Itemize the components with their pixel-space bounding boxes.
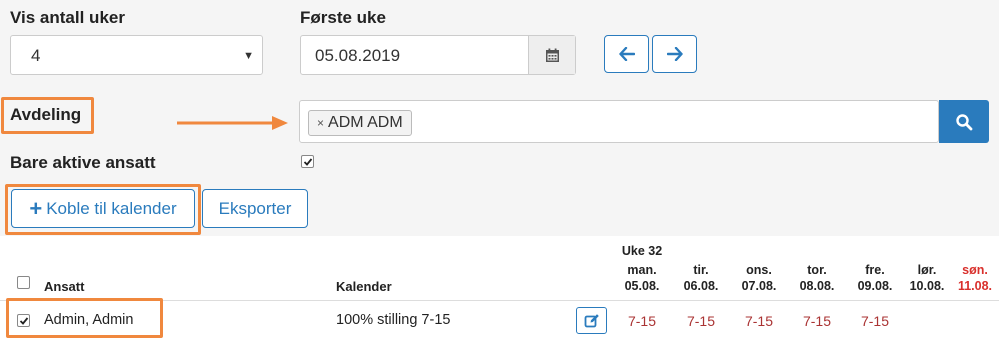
connect-calendar-button[interactable]: + Koble til kalender xyxy=(11,189,195,228)
select-all-checkbox[interactable] xyxy=(17,276,30,289)
day-date: 08.08. xyxy=(799,279,835,293)
week-number-header: Uke 32 xyxy=(621,244,663,258)
day-name: tor. xyxy=(807,263,827,277)
plus-icon: + xyxy=(29,195,43,221)
day-name: man. xyxy=(627,263,657,277)
active-only-checkbox[interactable] xyxy=(301,155,314,168)
day-date: 10.08. xyxy=(909,279,945,293)
department-tag-label: ADM ADM xyxy=(328,114,403,131)
day-header-weekend: søn. 11.08. xyxy=(950,262,999,294)
day-date: 06.08. xyxy=(683,279,719,293)
day-date: 07.08. xyxy=(741,279,777,293)
shift-cell[interactable]: 7-15 xyxy=(734,313,784,329)
day-name: tir. xyxy=(693,263,709,277)
search-icon xyxy=(956,113,973,130)
previous-week-button[interactable] xyxy=(604,35,649,73)
export-button[interactable]: Eksporter xyxy=(202,189,308,228)
day-date: 11.08. xyxy=(957,279,993,293)
day-header: tir. 06.08. xyxy=(676,262,726,294)
check-icon xyxy=(19,316,28,325)
col-calendar-header: Kalender xyxy=(336,279,392,294)
day-name: lør. xyxy=(917,263,937,277)
active-only-label: Bare aktive ansatt xyxy=(10,153,156,172)
day-header: tor. 08.08. xyxy=(792,262,842,294)
remove-tag-icon[interactable]: × xyxy=(317,111,324,135)
weeks-select-value: 4 xyxy=(31,46,41,65)
edit-icon xyxy=(584,313,599,327)
day-header: man. 05.08. xyxy=(617,262,667,294)
department-tag: × ADM ADM xyxy=(308,110,412,136)
search-button[interactable] xyxy=(939,100,989,143)
first-week-value: 05.08.2019 xyxy=(315,46,401,65)
shift-cell[interactable]: 7-15 xyxy=(850,313,900,329)
arrow-left-icon xyxy=(618,47,635,61)
weeks-select[interactable]: 4 ▼ xyxy=(10,35,263,75)
day-date: 09.08. xyxy=(857,279,893,293)
col-employee-header: Ansatt xyxy=(44,279,85,294)
day-name: ons. xyxy=(746,263,772,277)
weeks-label: Vis antall uker xyxy=(10,8,125,27)
employee-name[interactable]: Admin, Admin xyxy=(44,312,133,328)
shift-cell[interactable]: 7-15 xyxy=(676,313,726,329)
connect-calendar-label: Koble til kalender xyxy=(46,198,177,218)
day-header: ons. 07.08. xyxy=(734,262,784,294)
annotation-arrow xyxy=(177,116,288,130)
check-icon xyxy=(303,157,312,166)
day-header: lør. 10.08. xyxy=(902,262,952,294)
calendar-button[interactable] xyxy=(528,36,575,74)
day-header: fre. 09.08. xyxy=(850,262,900,294)
department-select[interactable]: × ADM ADM xyxy=(299,100,939,143)
next-week-button[interactable] xyxy=(652,35,697,73)
first-week-label: Første uke xyxy=(300,8,386,27)
day-name: fre. xyxy=(865,263,885,277)
shift-cell[interactable]: 7-15 xyxy=(617,313,667,329)
row-checkbox[interactable] xyxy=(17,314,30,327)
shift-cell[interactable]: 7-15 xyxy=(792,313,842,329)
department-label: Avdeling xyxy=(10,105,82,124)
first-week-input[interactable]: 05.08.2019 xyxy=(300,35,576,75)
edit-calendar-button[interactable] xyxy=(576,307,607,334)
calendar-icon xyxy=(545,48,559,62)
day-date: 05.08. xyxy=(624,279,660,293)
day-name: søn. xyxy=(962,263,988,277)
export-label: Eksporter xyxy=(218,198,292,218)
caret-down-icon: ▼ xyxy=(243,50,254,62)
calendar-name: 100% stilling 7-15 xyxy=(336,312,451,328)
arrow-right-icon xyxy=(666,47,683,61)
